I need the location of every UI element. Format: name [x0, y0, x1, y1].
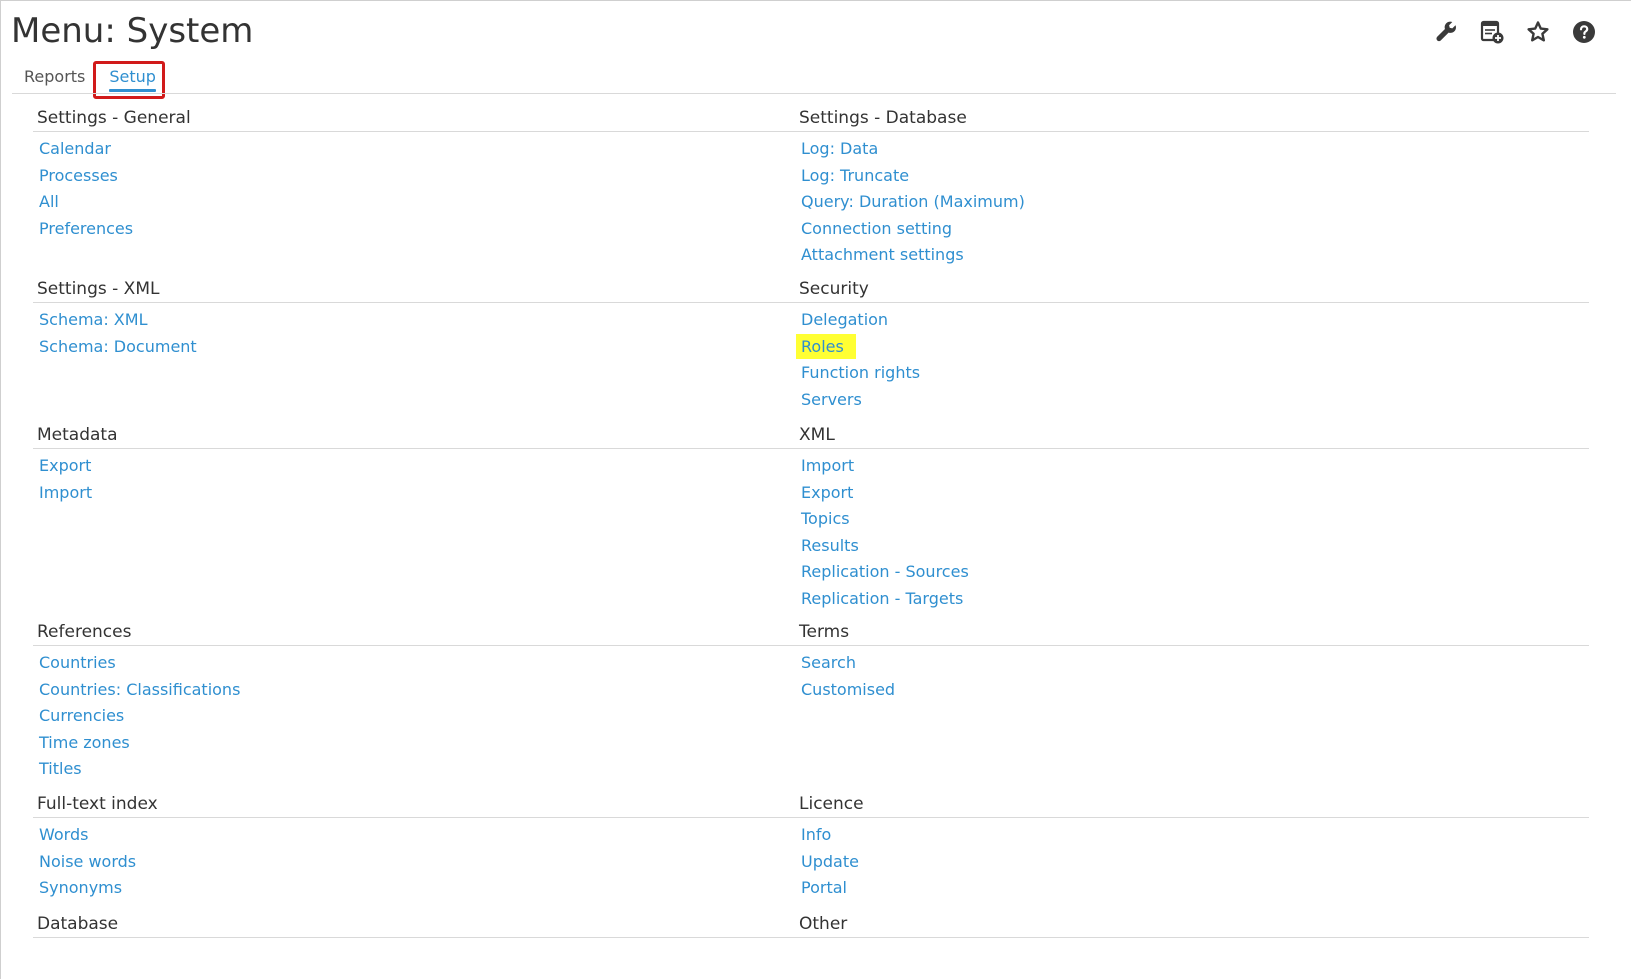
help-icon[interactable] [1567, 16, 1601, 48]
link-roles[interactable]: Roles [795, 333, 1589, 361]
link-countries-classifications[interactable]: Countries: Classifications [33, 677, 820, 704]
section-title: Licence [795, 792, 1589, 818]
section-metadata: Metadata Export Import [33, 423, 820, 506]
section-other: Other [795, 912, 1589, 938]
link-licence-info[interactable]: Info [795, 822, 1589, 849]
section-references: References Countries Countries: Classifi… [33, 620, 820, 783]
link-xml-import[interactable]: Import [795, 453, 1589, 480]
section-database: Database [33, 912, 820, 938]
link-schema-document[interactable]: Schema: Document [33, 334, 820, 361]
link-words[interactable]: Words [33, 822, 820, 849]
link-calendar[interactable]: Calendar [33, 136, 820, 163]
link-synonyms[interactable]: Synonyms [33, 875, 820, 902]
wrench-icon[interactable] [1429, 16, 1463, 48]
link-log-data[interactable]: Log: Data [795, 136, 1589, 163]
section-settings-database: Settings - Database Log: Data Log: Trunc… [795, 106, 1589, 269]
link-query-duration[interactable]: Query: Duration (Maximum) [795, 189, 1589, 216]
section-security: Security Delegation Roles Function right… [795, 277, 1589, 413]
section-title: Settings - Database [795, 106, 1589, 132]
section-xml: XML Import Export Topics Results Replica… [795, 423, 1589, 612]
tab-divider [12, 93, 1616, 94]
link-function-rights[interactable]: Function rights [795, 360, 1589, 387]
link-licence-portal[interactable]: Portal [795, 875, 1589, 902]
link-replication-sources[interactable]: Replication - Sources [795, 559, 1589, 586]
link-currencies[interactable]: Currencies [33, 703, 820, 730]
link-metadata-export[interactable]: Export [33, 453, 820, 480]
link-roles-label: Roles [796, 333, 856, 359]
section-title: Security [795, 277, 1589, 303]
add-page-icon[interactable] [1475, 16, 1509, 48]
star-icon[interactable] [1521, 16, 1555, 48]
section-title: XML [795, 423, 1589, 449]
link-schema-xml[interactable]: Schema: XML [33, 307, 820, 334]
link-metadata-import[interactable]: Import [33, 480, 820, 507]
section-title: Other [795, 912, 1589, 938]
link-countries[interactable]: Countries [33, 650, 820, 677]
section-title: Database [33, 912, 820, 938]
section-title: Terms [795, 620, 1589, 646]
section-title: Full-text index [33, 792, 820, 818]
link-log-truncate[interactable]: Log: Truncate [795, 163, 1589, 190]
link-delegation[interactable]: Delegation [795, 307, 1589, 334]
link-titles[interactable]: Titles [33, 756, 820, 783]
link-licence-update[interactable]: Update [795, 849, 1589, 876]
section-settings-general: Settings - General Calendar Processes Al… [33, 106, 820, 242]
toolbar [1429, 16, 1601, 48]
link-processes[interactable]: Processes [33, 163, 820, 190]
section-settings-xml: Settings - XML Schema: XML Schema: Docum… [33, 277, 820, 360]
section-title: Metadata [33, 423, 820, 449]
section-licence: Licence Info Update Portal [795, 792, 1589, 902]
link-preferences[interactable]: Preferences [33, 216, 820, 243]
link-connection-setting[interactable]: Connection setting [795, 216, 1589, 243]
link-results[interactable]: Results [795, 533, 1589, 560]
section-title: Settings - XML [33, 277, 820, 303]
link-all[interactable]: All [33, 189, 820, 216]
section-terms: Terms Search Customised [795, 620, 1589, 703]
section-title: References [33, 620, 820, 646]
tab-reports[interactable]: Reports [24, 66, 85, 88]
page-title: Menu: System [11, 11, 254, 51]
link-attachment-settings[interactable]: Attachment settings [795, 242, 1589, 269]
section-title: Settings - General [33, 106, 820, 132]
link-xml-export[interactable]: Export [795, 480, 1589, 507]
link-time-zones[interactable]: Time zones [33, 730, 820, 757]
link-customised[interactable]: Customised [795, 677, 1589, 704]
link-noise-words[interactable]: Noise words [33, 849, 820, 876]
link-search[interactable]: Search [795, 650, 1589, 677]
link-topics[interactable]: Topics [795, 506, 1589, 533]
link-replication-targets[interactable]: Replication - Targets [795, 586, 1589, 613]
section-fulltext-index: Full-text index Words Noise words Synony… [33, 792, 820, 902]
link-servers[interactable]: Servers [795, 387, 1589, 414]
